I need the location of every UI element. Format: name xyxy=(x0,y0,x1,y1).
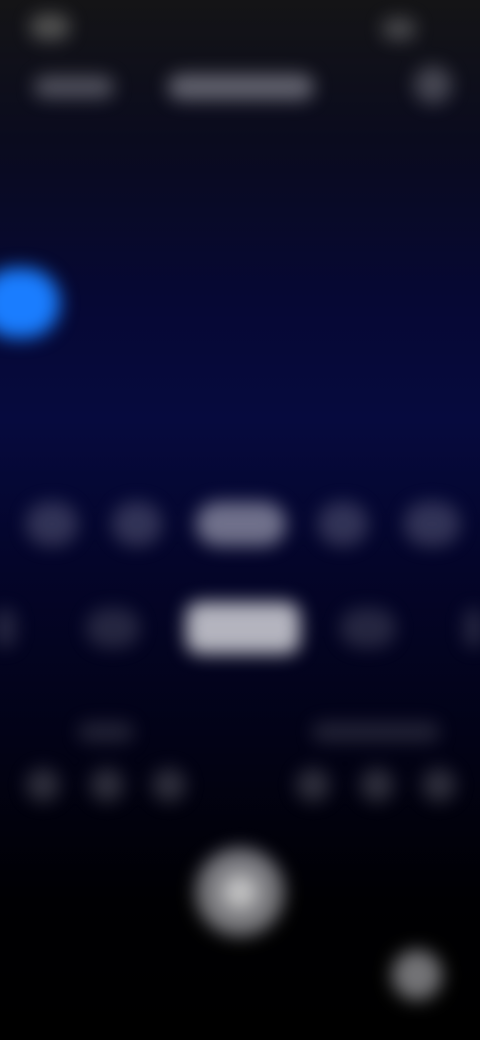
header-title xyxy=(168,74,314,100)
mode-item-4[interactable] xyxy=(340,608,396,648)
gear-icon[interactable] xyxy=(414,66,452,104)
option-icon-3[interactable] xyxy=(152,768,186,802)
mode-item-3[interactable] xyxy=(186,602,300,654)
shutter-icon xyxy=(222,874,258,910)
circle-button-icon[interactable] xyxy=(392,950,442,1000)
blurred-content xyxy=(0,0,480,1040)
option-icon-5[interactable] xyxy=(360,768,394,802)
zoom-option-3[interactable] xyxy=(196,502,286,546)
mode-item-2[interactable] xyxy=(86,608,140,648)
mode-item-5[interactable] xyxy=(464,608,480,648)
status-time xyxy=(30,14,70,40)
blue-indicator xyxy=(0,268,60,338)
option-icon-1[interactable] xyxy=(26,768,60,802)
zoom-option-5[interactable] xyxy=(404,502,460,546)
label-right xyxy=(312,722,440,742)
camera-screen xyxy=(0,0,480,1040)
option-icon-4[interactable] xyxy=(296,768,330,802)
option-icon-6[interactable] xyxy=(422,768,456,802)
header-left-button[interactable] xyxy=(34,76,114,98)
label-left xyxy=(78,722,134,742)
option-icon-2[interactable] xyxy=(90,768,124,802)
mode-item-1[interactable] xyxy=(0,608,16,648)
battery-icon xyxy=(382,18,416,40)
zoom-option-2[interactable] xyxy=(112,502,162,546)
zoom-option-1[interactable] xyxy=(26,502,78,546)
zoom-option-4[interactable] xyxy=(318,502,368,546)
